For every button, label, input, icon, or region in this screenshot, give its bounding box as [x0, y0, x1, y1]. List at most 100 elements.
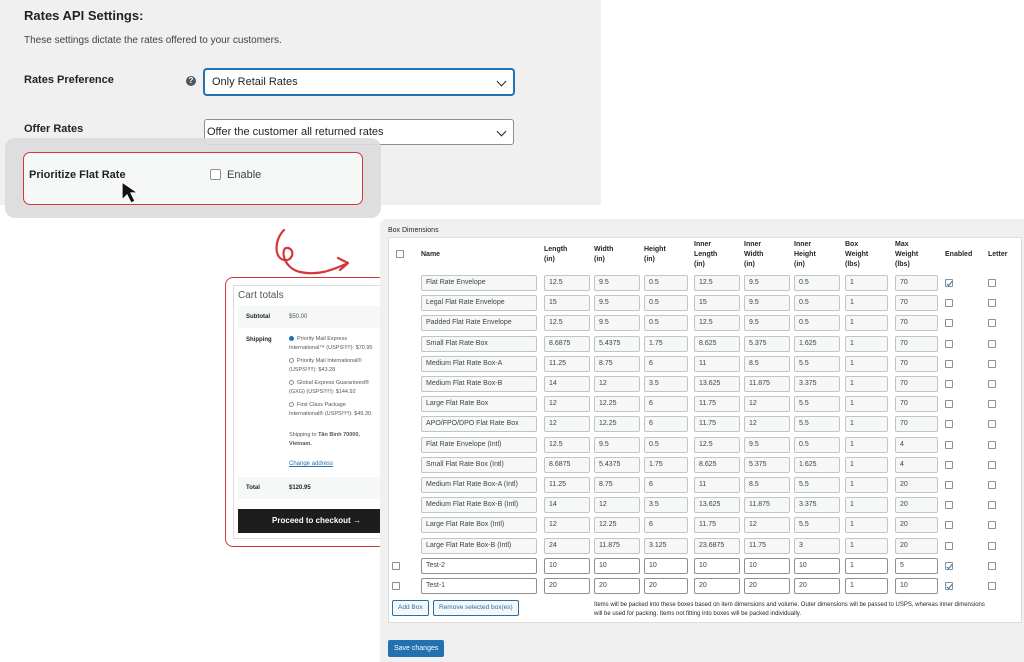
length-input[interactable]: 12.5	[544, 275, 590, 291]
height-input[interactable]: 0.5	[644, 295, 688, 312]
length-input[interactable]: 10	[544, 557, 590, 574]
enabled-checkbox[interactable]	[945, 501, 953, 510]
box-weight-input[interactable]: 1	[845, 497, 888, 514]
box-weight-input[interactable]: 1	[845, 557, 888, 574]
enabled-checkbox[interactable]	[945, 319, 953, 328]
max-weight-input[interactable]: 4	[895, 436, 938, 453]
row-select-checkbox[interactable]	[392, 561, 400, 570]
name-input[interactable]: Flat Rate Envelope (Intl)	[421, 436, 537, 453]
enabled-checkbox[interactable]	[945, 561, 953, 570]
box-weight-input[interactable]: 1	[845, 537, 888, 554]
height-input[interactable]: 6	[644, 477, 688, 493]
letter-checkbox[interactable]	[988, 460, 996, 469]
max-weight-input[interactable]: 4	[895, 456, 938, 473]
height-input[interactable]: 6	[644, 416, 688, 433]
inner-width-input[interactable]: 12	[744, 517, 790, 534]
width-input[interactable]: 11.875	[594, 537, 640, 554]
height-input[interactable]: 6	[644, 355, 688, 372]
box-weight-input[interactable]: 1	[845, 275, 888, 291]
max-weight-input[interactable]: 70	[895, 315, 938, 332]
letter-checkbox[interactable]	[988, 299, 996, 308]
height-input[interactable]: 10	[644, 557, 688, 574]
name-input[interactable]: Medium Flat Rate Box-B (Intl)	[421, 497, 537, 514]
inner-width-input[interactable]: 9.5	[744, 315, 790, 332]
radio-icon[interactable]	[289, 402, 294, 408]
length-input[interactable]: 11.25	[544, 355, 590, 372]
width-input[interactable]: 10	[594, 557, 640, 574]
height-input[interactable]: 20	[644, 578, 688, 594]
width-input[interactable]: 5.4375	[594, 335, 640, 352]
length-input[interactable]: 12	[544, 517, 590, 534]
proceed-to-checkout-button[interactable]: Proceed to checkout →	[238, 509, 395, 533]
letter-checkbox[interactable]	[988, 501, 996, 510]
enabled-checkbox[interactable]	[945, 359, 953, 368]
inner-height-input[interactable]: 5.5	[794, 396, 840, 413]
box-weight-input[interactable]: 1	[845, 315, 888, 332]
length-input[interactable]: 12	[544, 396, 590, 413]
enabled-checkbox[interactable]	[945, 521, 953, 530]
height-input[interactable]: 3.125	[644, 537, 688, 554]
letter-checkbox[interactable]	[988, 582, 996, 590]
inner-height-input[interactable]: 3	[794, 537, 840, 554]
inner-length-input[interactable]: 11.75	[694, 517, 740, 534]
inner-width-input[interactable]: 8.5	[744, 477, 790, 493]
enabled-checkbox[interactable]	[945, 420, 953, 429]
length-input[interactable]: 15	[544, 295, 590, 312]
width-input[interactable]: 9.5	[594, 295, 640, 312]
box-weight-input[interactable]: 1	[845, 517, 888, 534]
enable-checkbox[interactable]	[210, 169, 221, 180]
enabled-checkbox[interactable]	[945, 440, 953, 449]
width-input[interactable]: 12.25	[594, 396, 640, 413]
inner-length-input[interactable]: 8.625	[694, 335, 740, 352]
inner-width-input[interactable]: 11.875	[744, 497, 790, 514]
inner-length-input[interactable]: 8.625	[694, 456, 740, 473]
inner-height-input[interactable]: 20	[794, 578, 840, 594]
name-input[interactable]: Small Flat Rate Box (Intl)	[421, 456, 537, 473]
height-input[interactable]: 6	[644, 396, 688, 413]
radio-icon[interactable]	[289, 380, 294, 386]
name-input[interactable]: Medium Flat Rate Box-B	[421, 376, 537, 392]
box-weight-input[interactable]: 1	[845, 355, 888, 372]
height-input[interactable]: 1.75	[644, 335, 688, 352]
letter-checkbox[interactable]	[988, 319, 996, 328]
inner-height-input[interactable]: 5.5	[794, 477, 840, 493]
letter-checkbox[interactable]	[988, 420, 996, 429]
height-input[interactable]: 1.75	[644, 456, 688, 473]
enabled-checkbox[interactable]	[945, 279, 953, 287]
box-weight-input[interactable]: 1	[845, 436, 888, 453]
length-input[interactable]: 20	[544, 578, 590, 594]
select-all-checkbox[interactable]	[396, 250, 404, 258]
change-address-link[interactable]: Change address	[289, 461, 333, 467]
inner-width-input[interactable]: 11.75	[744, 537, 790, 554]
rates-preference-select[interactable]: Only Retail Rates	[204, 69, 514, 95]
inner-width-input[interactable]: 5.375	[744, 335, 790, 352]
length-input[interactable]: 8.6875	[544, 456, 590, 473]
inner-length-input[interactable]: 12.5	[694, 436, 740, 453]
height-input[interactable]: 3.5	[644, 376, 688, 392]
letter-checkbox[interactable]	[988, 440, 996, 449]
name-input[interactable]: Padded Flat Rate Envelope	[421, 315, 537, 332]
width-input[interactable]: 9.5	[594, 315, 640, 332]
name-input[interactable]: APO/FPO/DPO Flat Rate Box	[421, 416, 537, 433]
inner-length-input[interactable]: 11	[694, 355, 740, 372]
inner-height-input[interactable]: 0.5	[794, 275, 840, 291]
name-input[interactable]: Medium Flat Rate Box-A	[421, 355, 537, 372]
inner-width-input[interactable]: 12	[744, 416, 790, 433]
height-input[interactable]: 0.5	[644, 315, 688, 332]
name-input[interactable]: Medium Flat Rate Box-A (Intl)	[421, 477, 537, 493]
box-weight-input[interactable]: 1	[845, 295, 888, 312]
length-input[interactable]: 12.5	[544, 436, 590, 453]
inner-length-input[interactable]: 13.625	[694, 497, 740, 514]
name-input[interactable]: Flat Rate Envelope	[421, 275, 537, 291]
inner-width-input[interactable]: 11.875	[744, 376, 790, 392]
help-icon[interactable]: ?	[186, 76, 196, 86]
max-weight-input[interactable]: 20	[895, 477, 938, 493]
max-weight-input[interactable]: 70	[895, 376, 938, 392]
box-weight-input[interactable]: 1	[845, 578, 888, 594]
inner-length-input[interactable]: 11	[694, 477, 740, 493]
inner-length-input[interactable]: 10	[694, 557, 740, 574]
inner-height-input[interactable]: 0.5	[794, 315, 840, 332]
name-input[interactable]: Small Flat Rate Box	[421, 335, 537, 352]
width-input[interactable]: 12	[594, 376, 640, 392]
name-input[interactable]: Legal Flat Rate Envelope	[421, 295, 537, 312]
